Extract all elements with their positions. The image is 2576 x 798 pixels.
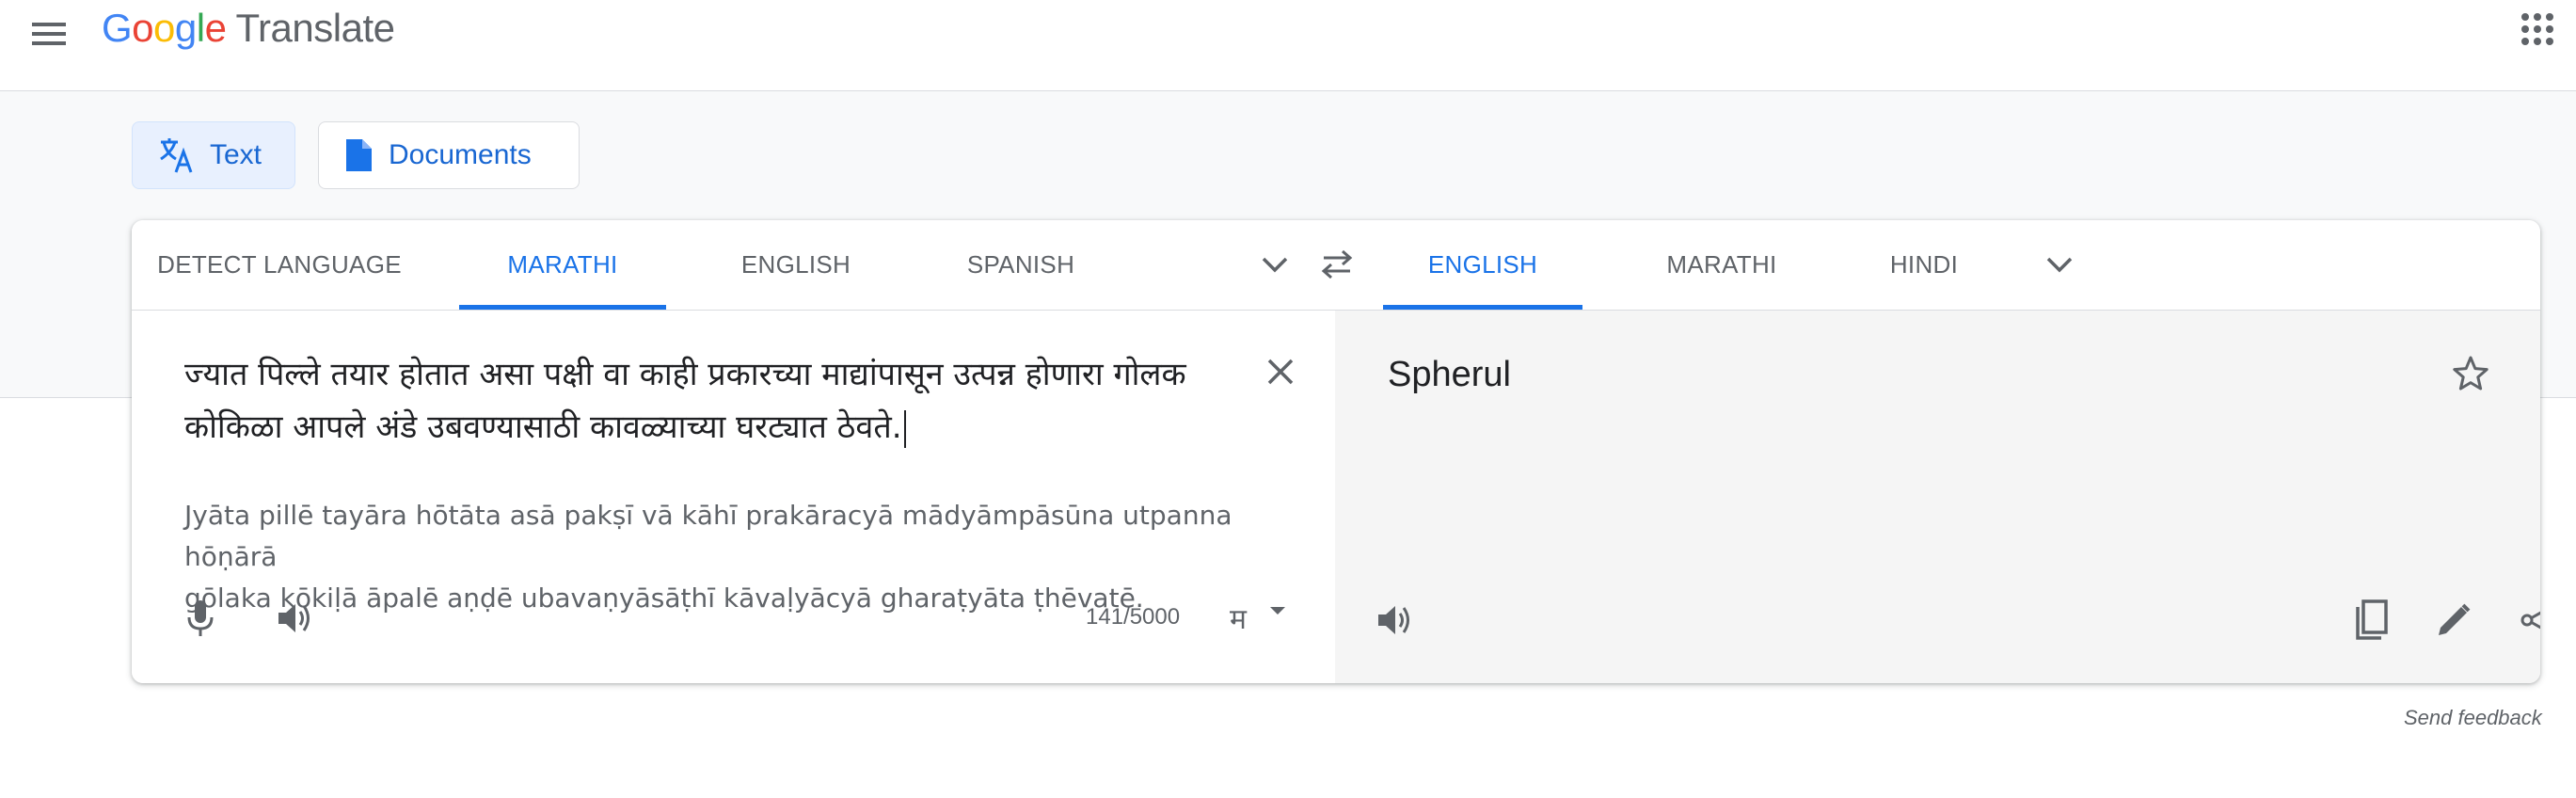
marathi-keyboard-glyph: म — [1230, 602, 1247, 636]
source-more-languages-button[interactable] — [1251, 241, 1298, 288]
pencil-icon — [2439, 603, 2471, 635]
listen-source-button[interactable] — [269, 593, 320, 644]
source-lang-marathi[interactable]: MARATHI — [459, 220, 666, 310]
source-text-line: ज्यात पिल्ले तयार होतात असा पक्षी वा काह… — [184, 356, 1186, 393]
share-icon — [2520, 611, 2540, 630]
document-icon — [346, 139, 372, 171]
target-lang-hindi[interactable]: HINDI — [1844, 220, 2004, 310]
target-pane: Spherul — [1335, 311, 2540, 683]
app-header: Google Translate — [0, 0, 2576, 91]
character-count: 141/5000 — [1086, 604, 1181, 630]
translate-icon — [160, 138, 193, 173]
target-lang-english[interactable]: ENGLISH — [1383, 220, 1582, 310]
speaker-icon — [278, 604, 310, 632]
google-translate-logo[interactable]: Google Translate — [102, 6, 395, 51]
source-text-input[interactable]: ज्यात पिल्ले तयार होतात असा पक्षी वा काह… — [184, 348, 1266, 454]
source-lang-detect[interactable]: DETECT LANGUAGE — [154, 220, 405, 310]
chevron-down-icon — [2046, 257, 2073, 273]
suggest-edit-button[interactable] — [2426, 593, 2481, 647]
star-icon — [2453, 356, 2489, 391]
transliteration: Jyāta pillē tayāra hōtāta asā pakṣī vā k… — [184, 500, 1232, 614]
source-text-line: कोकिळा आपले अंडे उबवण्यासाठी कावळ्याच्या… — [184, 401, 1266, 454]
listen-translation-button[interactable] — [1369, 595, 1420, 646]
target-lang-marathi[interactable]: MARATHI — [1620, 220, 1823, 310]
speaker-icon — [1378, 606, 1409, 634]
share-translation-button[interactable] — [2511, 593, 2540, 647]
voice-input-button[interactable] — [175, 593, 226, 644]
target-more-languages-button[interactable] — [2036, 241, 2083, 288]
source-lang-english[interactable]: ENGLISH — [696, 220, 896, 310]
microphone-icon — [187, 600, 214, 636]
swap-arrows-icon — [1321, 249, 1353, 279]
dropdown-arrow-icon — [1269, 607, 1285, 614]
source-pane: ज्यात पिल्ले तयार होतात असा पक्षी वा काह… — [132, 311, 1335, 683]
swap-languages-button[interactable] — [1312, 239, 1362, 290]
translation-output: Spherul — [1388, 355, 1511, 394]
documents-mode-button[interactable]: Documents — [318, 121, 580, 189]
input-tools-button[interactable]: म — [1214, 591, 1304, 644]
copy-icon — [2356, 599, 2388, 640]
language-bar: DETECT LANGUAGE MARATHI ENGLISH SPANISH … — [132, 220, 2540, 311]
chevron-down-icon — [1262, 257, 1288, 273]
documents-mode-label: Documents — [389, 139, 532, 170]
product-name: Translate — [235, 6, 395, 50]
apps-grid-icon[interactable] — [2521, 13, 2553, 45]
save-translation-button[interactable] — [2445, 348, 2496, 399]
source-lang-spanish[interactable]: SPANISH — [922, 220, 1120, 310]
text-mode-button[interactable]: Text — [132, 121, 295, 189]
translation-card: DETECT LANGUAGE MARATHI ENGLISH SPANISH … — [132, 220, 2540, 683]
copy-translation-button[interactable] — [2342, 593, 2396, 647]
clear-source-button[interactable] — [1259, 350, 1302, 393]
text-caret — [903, 409, 906, 448]
close-icon — [1267, 359, 1294, 385]
text-mode-label: Text — [210, 139, 262, 170]
send-feedback-link[interactable]: Send feedback — [2404, 706, 2542, 730]
main-menu-button[interactable] — [24, 9, 73, 58]
